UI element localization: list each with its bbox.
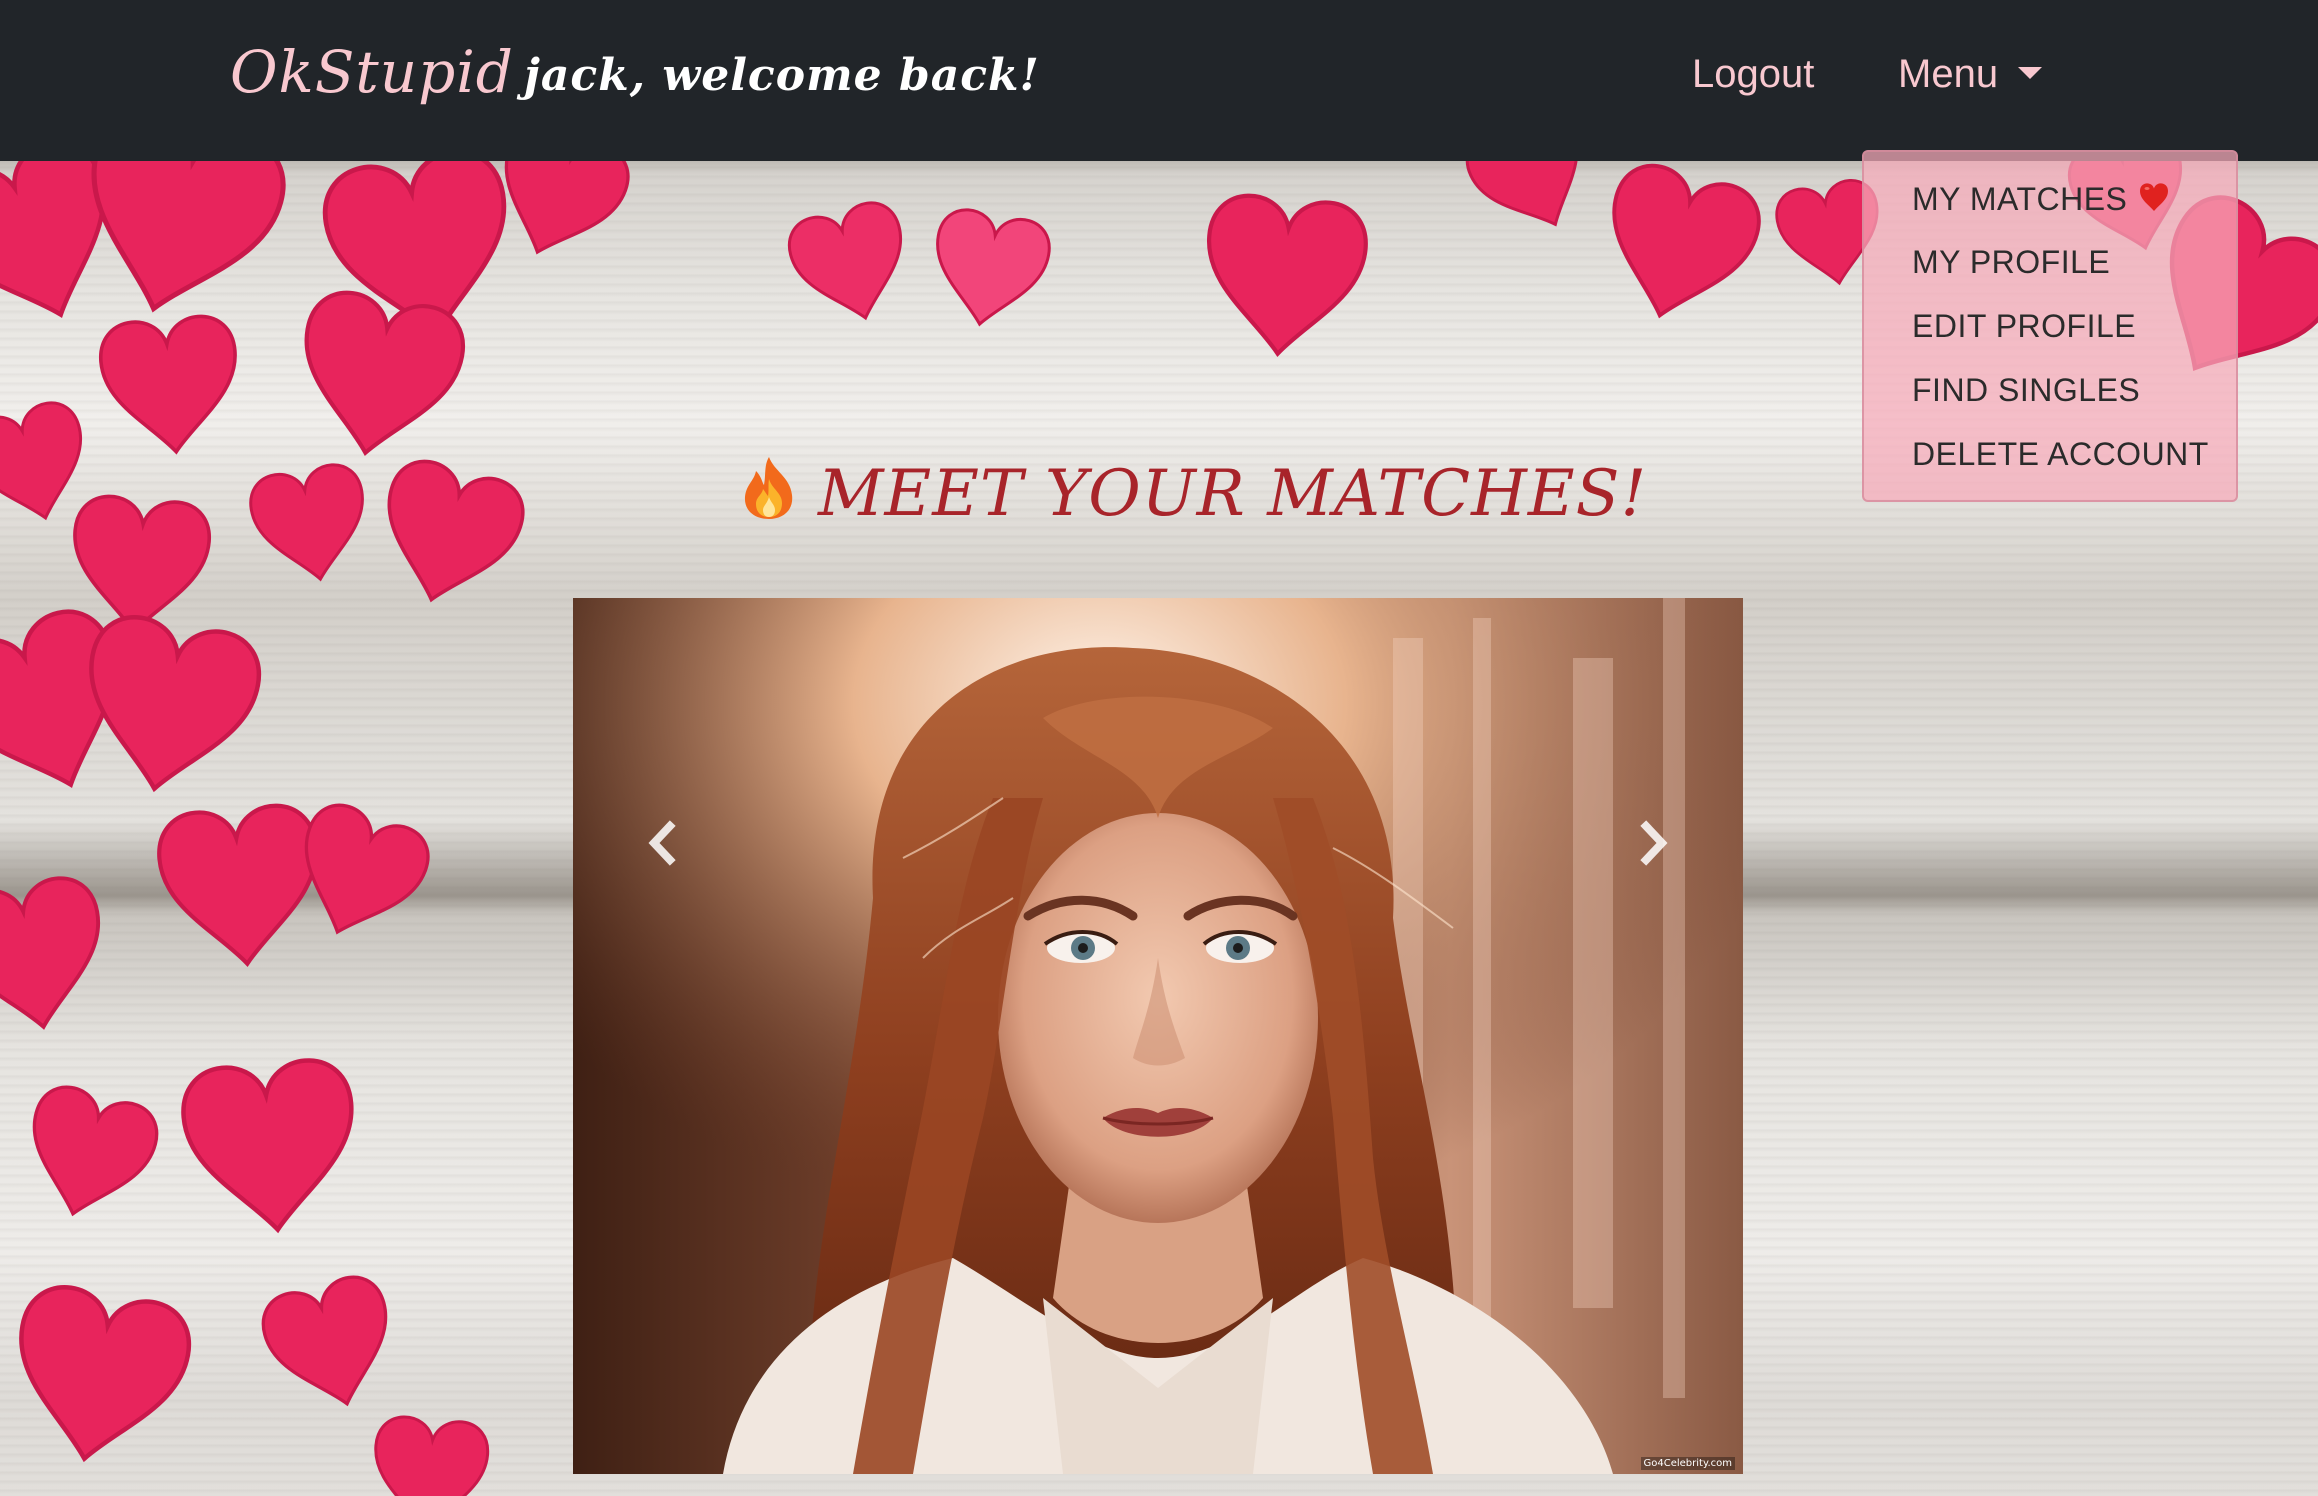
menu-item-label: MY MATCHES — [1912, 181, 2128, 217]
chevron-right-icon — [1640, 820, 1668, 866]
caret-down-icon — [2018, 67, 2043, 79]
brand-logo[interactable]: OkStupid — [230, 38, 514, 106]
fire-icon — [738, 455, 800, 521]
menu-item-edit-profile[interactable]: EDIT PROFILE — [1912, 308, 2136, 345]
top-navbar: OkStupid jack, welcome back! Logout Menu — [0, 0, 2318, 161]
menu-item-my-matches[interactable]: MY MATCHES — [1912, 180, 2171, 220]
menu-item-delete-account[interactable]: DELETE ACCOUNT — [1912, 436, 2209, 473]
match-photo — [573, 598, 1743, 1474]
menu-item-find-singles[interactable]: FIND SINGLES — [1912, 372, 2140, 409]
chevron-left-icon — [648, 820, 676, 866]
logout-link[interactable]: Logout — [1692, 52, 1814, 97]
carousel-next-button[interactable] — [1630, 808, 1680, 878]
red-heart-icon — [2137, 180, 2171, 220]
matches-carousel[interactable]: Go4Celebrity.com — [573, 598, 1743, 1474]
page-heading: MEET YOUR MATCHES! — [738, 455, 1647, 535]
heading-text: MEET YOUR MATCHES! — [818, 457, 1648, 531]
welcome-message: jack, welcome back! — [524, 50, 1040, 101]
menu-dropdown: MY MATCHES MY PROFILE EDIT PROFILE FIND … — [1862, 150, 2238, 502]
carousel-prev-button[interactable] — [636, 808, 686, 878]
menu-item-my-profile[interactable]: MY PROFILE — [1912, 244, 2110, 281]
menu-dropdown-toggle[interactable]: Menu — [1898, 52, 2043, 97]
menu-label: Menu — [1898, 52, 1999, 96]
photo-watermark: Go4Celebrity.com — [1640, 1457, 1735, 1470]
